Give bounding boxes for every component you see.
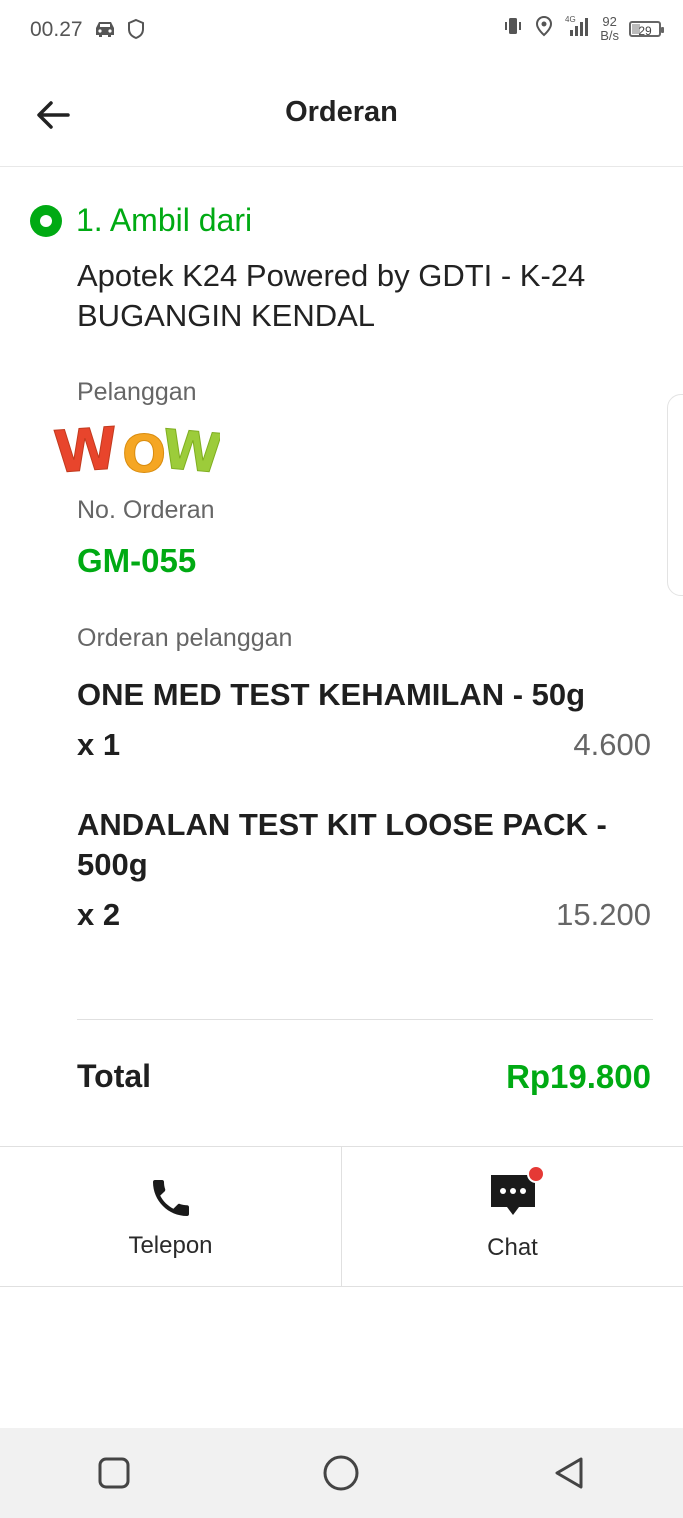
circle-icon (323, 1455, 359, 1491)
svg-text:4G: 4G (565, 15, 576, 24)
chat-button-label: Chat (487, 1234, 538, 1261)
customer-label: Pelanggan (77, 378, 197, 406)
item-name: ANDALAN TEST KIT LOOSE PACK - 500g (77, 807, 607, 882)
pickup-row: 1. Ambil dari (30, 202, 252, 239)
status-time: 00.27 (30, 18, 83, 41)
item-name: ONE MED TEST KEHAMILAN - 50g (77, 677, 586, 712)
status-bar: 00.27 4G 92 B/s 29 (0, 0, 683, 62)
side-panel-handle[interactable] (667, 394, 683, 596)
vibrate-icon (502, 16, 524, 41)
network-speed-value: 92 (602, 13, 617, 29)
total-label: Total (77, 1058, 152, 1094)
status-right: 4G 92 B/s 29 (502, 13, 664, 43)
square-icon (98, 1457, 130, 1489)
triangle-back-icon (555, 1457, 583, 1489)
pickup-dot-icon (30, 204, 62, 237)
phone-icon (152, 1179, 189, 1216)
shield-icon (126, 18, 146, 45)
nav-recent-button[interactable] (69, 1428, 159, 1518)
order-items-label: Orderan pelanggan (77, 624, 293, 652)
order-number-label: No. Orderan (77, 496, 215, 524)
item-price: 4.600 (573, 727, 651, 762)
pickup-label: 1. Ambil dari (76, 202, 253, 238)
page-title: Orderan (285, 96, 398, 128)
battery-icon: 29 (629, 20, 664, 38)
nav-home-button[interactable] (296, 1428, 386, 1518)
svg-text:W: W (160, 418, 220, 484)
total-value: Rp19.800 (506, 1058, 651, 1095)
item-qty: x 1 (77, 727, 121, 762)
chat-icon-wrapper (489, 1165, 545, 1224)
action-bar: Telepon Chat (0, 1146, 683, 1287)
item-price: 15.200 (556, 897, 651, 932)
status-left-icons (92, 18, 146, 45)
svg-text:W: W (51, 414, 120, 484)
network-speed-unit: B/s (600, 27, 619, 43)
notification-badge (526, 1165, 545, 1183)
phone-button[interactable]: Telepon (0, 1147, 341, 1286)
phone-button-label: Telepon (128, 1231, 213, 1259)
location-icon (534, 15, 554, 42)
battery-level: 29 (638, 23, 652, 38)
chat-button[interactable]: Chat (341, 1147, 683, 1286)
store-name: Apotek K24 Powered by GDTI - K-24 BUGANG… (77, 258, 586, 333)
system-nav-bar (0, 1428, 683, 1518)
divider (77, 1019, 653, 1020)
signal-icon: 4G (564, 14, 590, 43)
item-qty: x 2 (77, 897, 121, 932)
customer-name-logo: W O W (50, 414, 225, 487)
wow-logo-icon: W O W (51, 414, 225, 487)
car-icon (92, 19, 118, 44)
network-speed: 92 B/s (600, 13, 619, 43)
nav-back-button[interactable] (524, 1428, 614, 1518)
app-header: Orderan (0, 62, 683, 167)
order-number: GM-055 (77, 542, 197, 579)
